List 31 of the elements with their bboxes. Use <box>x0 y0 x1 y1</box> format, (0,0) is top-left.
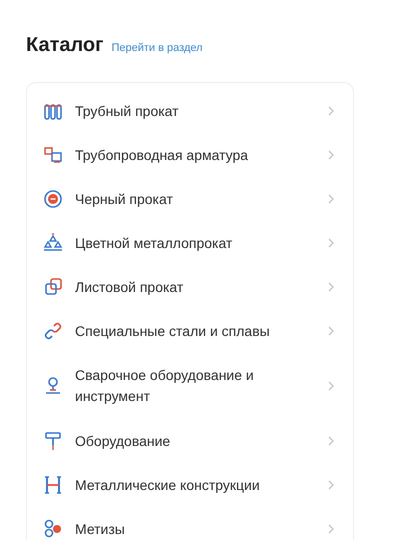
valve-icon <box>43 145 63 165</box>
chevron-icon <box>327 194 335 204</box>
element-icon <box>43 189 63 209</box>
paint-roller-icon <box>43 431 63 451</box>
catalog-item[interactable]: Специальные стали и сплавы <box>27 309 353 353</box>
chevron-icon <box>327 480 335 490</box>
ingots-icon <box>43 233 63 253</box>
catalog-item[interactable]: Цветной металлопрокат <box>27 221 353 265</box>
catalog-item[interactable]: Метизы <box>27 507 353 540</box>
chevron-icon <box>327 282 335 292</box>
chevron-icon <box>327 524 335 534</box>
chevron-icon <box>327 150 335 160</box>
catalog-item[interactable]: Оборудование <box>27 419 353 463</box>
catalog-item[interactable]: Листовой прокат <box>27 265 353 309</box>
section-title: Каталог <box>26 33 104 58</box>
chevron-icon <box>327 238 335 248</box>
catalog-item[interactable]: Черный прокат <box>27 177 353 221</box>
chevron-icon <box>327 106 335 116</box>
catalog-item[interactable]: Трубопроводная арматура <box>27 133 353 177</box>
chevron-icon <box>327 381 335 391</box>
link-icon <box>43 321 63 341</box>
sheets-icon <box>43 277 63 297</box>
welder-icon <box>43 376 63 396</box>
chevron-icon <box>327 436 335 446</box>
beam-icon <box>43 475 63 495</box>
catalog-item[interactable]: Металлические конструкции <box>27 463 353 507</box>
chevron-icon <box>327 326 335 336</box>
catalog-item[interactable]: Сварочное оборудование и инструмент <box>27 353 353 419</box>
bolts-icon <box>43 519 63 539</box>
pipes-icon <box>43 101 63 121</box>
catalog-item[interactable]: Трубный прокат <box>27 89 353 133</box>
